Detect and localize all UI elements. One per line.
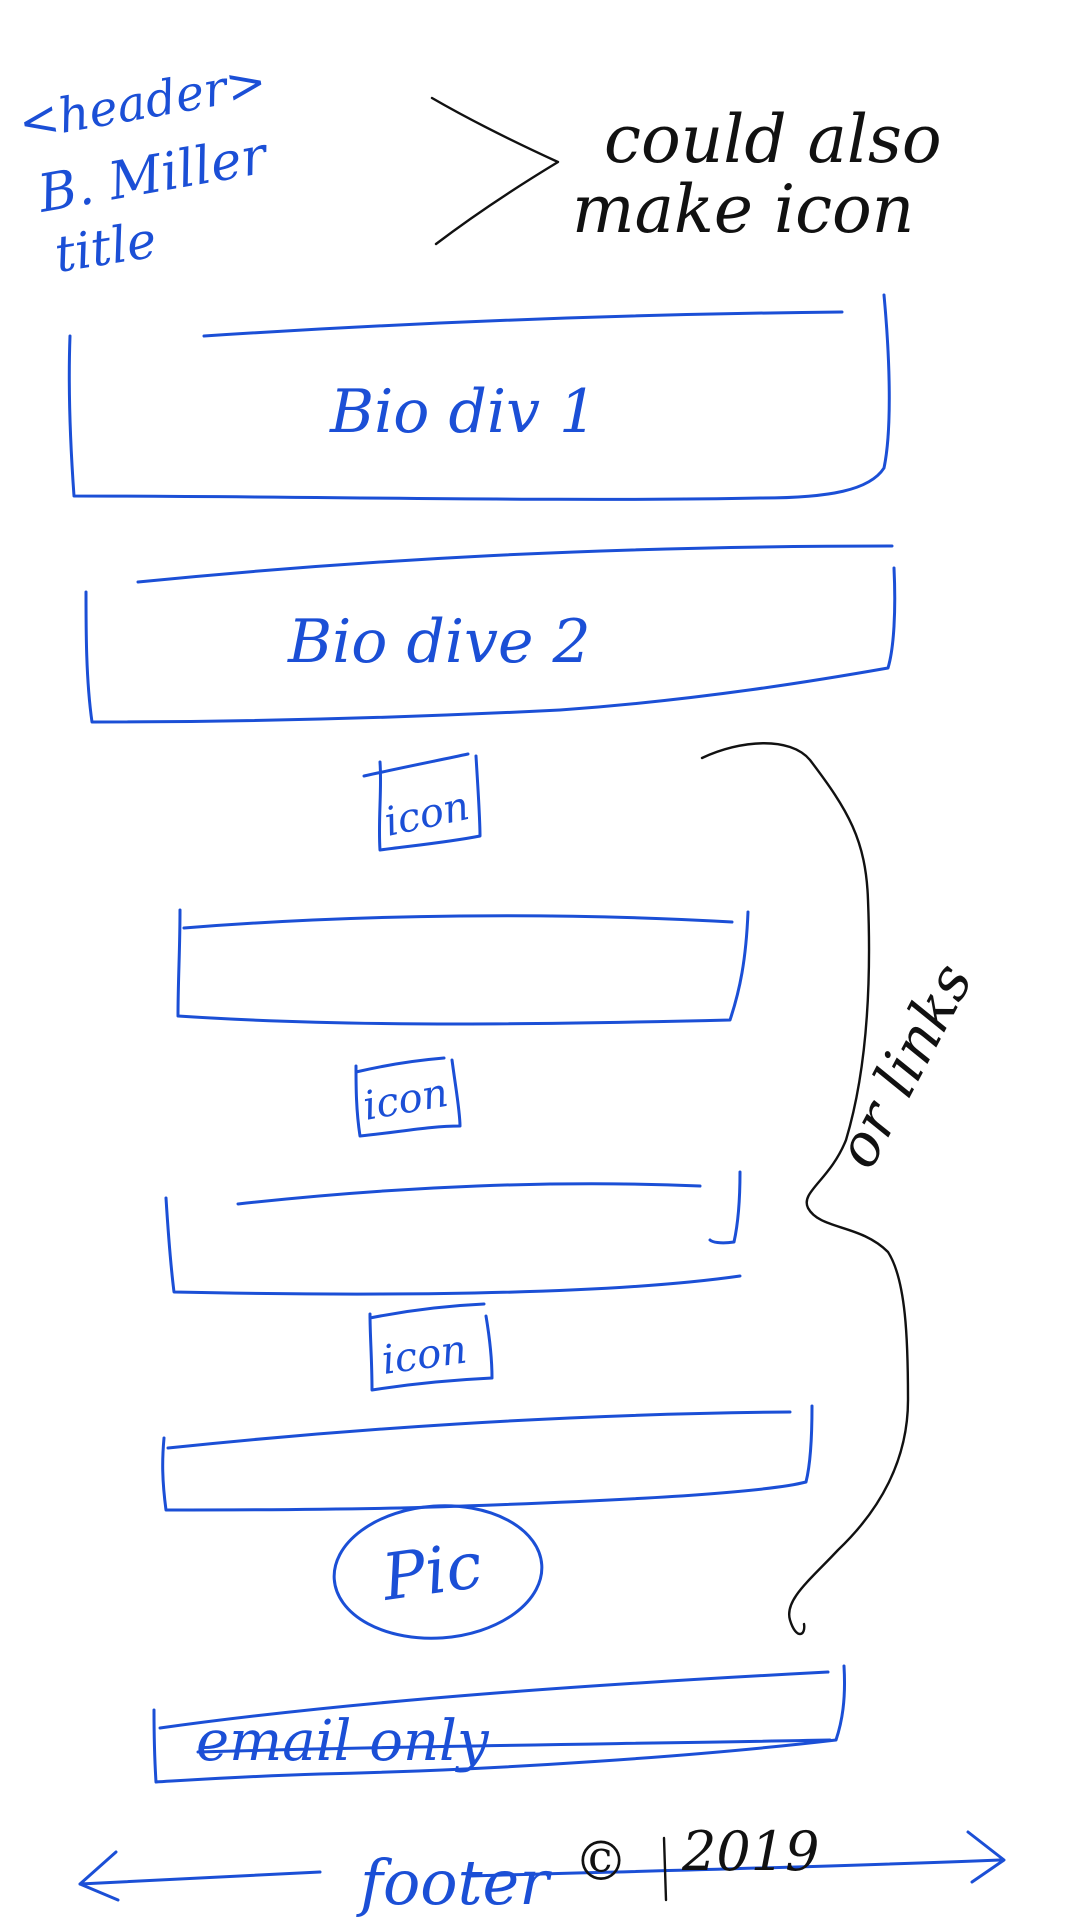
bio-label-1: Bio div 1 — [329, 377, 597, 447]
footer-label: footer — [356, 1846, 552, 1919]
email-section: email only — [152, 1664, 846, 1784]
wireframe-sketch: <header> B. Miller title could also make… — [14, 53, 1006, 1919]
icon-label-2: icon — [360, 1070, 452, 1130]
footer-year: 2019 — [681, 1820, 819, 1883]
header-annotation: <header> B. Miller title — [14, 53, 274, 284]
bio-label-2: Bio dive 2 — [287, 607, 591, 677]
icon-label-1: icon — [381, 783, 474, 846]
link-bar-2[interactable] — [164, 1170, 742, 1296]
icon-label-3: icon — [379, 1327, 470, 1384]
side-note-line2: make icon — [572, 171, 914, 248]
profile-pic-placeholder: Pic — [332, 1504, 544, 1640]
link-bar-1[interactable] — [176, 908, 750, 1026]
link-icon-placeholder-2: icon — [354, 1056, 462, 1138]
footer-divider — [662, 1836, 668, 1902]
chevron-right-icon — [430, 96, 560, 246]
links-note-text: or links — [822, 952, 986, 1179]
link-bar-3[interactable] — [161, 1404, 814, 1512]
email-label: email only — [196, 1709, 490, 1774]
links-brace-annotation: or links — [700, 742, 986, 1636]
footer-left-arrow — [78, 1850, 322, 1902]
link-icon-placeholder-3: icon — [368, 1302, 494, 1392]
header-title-text: title — [51, 211, 161, 284]
side-annotation: could also make icon — [572, 101, 942, 248]
footer-annotation: footer © 2019 — [78, 1820, 1006, 1919]
side-note-line1: could also — [604, 101, 942, 178]
footer-right-arrow — [966, 1830, 1006, 1884]
curly-brace — [700, 742, 910, 1636]
bio-section-2: Bio dive 2 — [84, 544, 897, 724]
pic-label: Pic — [377, 1529, 487, 1616]
copyright-symbol: © — [574, 1830, 628, 1893]
bio-section-1: Bio div 1 — [67, 293, 891, 501]
link-icon-placeholder-1: icon — [362, 752, 482, 852]
